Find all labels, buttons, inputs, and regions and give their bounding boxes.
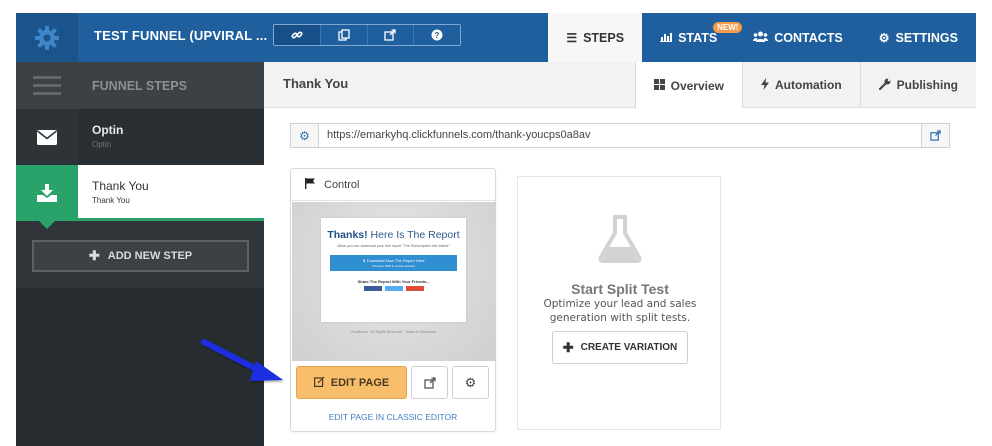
gear-icon: ⚙: [464, 374, 477, 390]
logo[interactable]: [16, 13, 78, 62]
control-variant-card: Control Thanks! Here Is The Report Allow…: [290, 168, 496, 432]
link-button[interactable]: [274, 25, 321, 45]
flask-icon: [598, 215, 642, 268]
bolt-icon: [761, 77, 769, 93]
nav-stats-label: STATS: [678, 30, 718, 45]
clone-button[interactable]: [320, 25, 368, 45]
add-step-label: ADD NEW STEP: [107, 250, 193, 262]
preview-download-button: ⬇ Download Now The Report Here (it'll op…: [330, 255, 457, 271]
top-bar: TEST FUNNEL (UPVIRAL ... ? ☰ STEPS STATS…: [16, 13, 976, 62]
external-link-icon: [423, 376, 436, 389]
split-test-title: Start Split Test: [571, 281, 669, 297]
annotation-arrow-icon: [201, 339, 283, 381]
variant-settings-button[interactable]: ⚙: [452, 366, 489, 399]
nav-settings-label: SETTINGS: [895, 30, 958, 45]
sidebar-header: FUNNEL STEPS: [16, 62, 264, 109]
edit-icon: [313, 376, 325, 390]
preview-page-button[interactable]: [411, 366, 448, 399]
step-sub: Optin: [92, 140, 112, 149]
nav-settings[interactable]: ⚙ SETTINGS: [861, 13, 976, 62]
edit-classic-editor-link[interactable]: EDIT PAGE IN CLASSIC EDITOR: [291, 412, 495, 422]
copy-icon: [337, 29, 350, 41]
split-test-card: Start Split Test Optimize your lead and …: [517, 176, 721, 430]
main-panel: Thank You Overview Automation Publishing: [264, 62, 976, 446]
download-icon: [16, 165, 78, 221]
help-button[interactable]: ?: [414, 25, 460, 45]
page-url[interactable]: https://emarkyhq.clickfunnels.com/thank-…: [319, 124, 921, 147]
page-preview-thumbnail[interactable]: Thanks! Here Is The Report Allow you can…: [292, 202, 496, 361]
nav-steps[interactable]: ☰ STEPS: [548, 13, 643, 62]
edit-page-label: EDIT PAGE: [330, 376, 390, 389]
step-name: Optin: [92, 123, 124, 137]
plus-icon: ✚: [88, 248, 100, 263]
sidebar-title: FUNNEL STEPS: [92, 78, 187, 93]
wrench-icon: [878, 78, 891, 93]
preview-headline: Thanks! Here Is The Report: [327, 229, 460, 241]
tab-automation-label: Automation: [775, 78, 842, 92]
funnel-title[interactable]: TEST FUNNEL (UPVIRAL ...: [94, 13, 267, 62]
funnel-sidebar: FUNNEL STEPS Optin Optin Thank You Thank…: [16, 62, 264, 446]
tab-publishing[interactable]: Publishing: [859, 62, 976, 108]
url-settings-button[interactable]: ⚙: [291, 124, 319, 147]
funnel-actions-group: ?: [273, 24, 461, 46]
tab-overview[interactable]: Overview: [634, 62, 742, 109]
top-nav: ☰ STEPS STATS NEW! CONTACTS ⚙ SETTINGS: [548, 13, 976, 62]
preview-share-text: Share The Report With Your Friends...: [357, 279, 430, 284]
edit-page-button[interactable]: EDIT PAGE: [296, 366, 407, 399]
external-link-icon: [930, 130, 941, 141]
nav-stats[interactable]: STATS NEW!: [642, 13, 743, 62]
active-step-notch: [38, 220, 56, 229]
page-url-bar: ⚙ https://emarkyhq.clickfunnels.com/than…: [290, 123, 950, 148]
hamburger-icon[interactable]: [16, 62, 78, 109]
plus-icon: ✚: [562, 339, 574, 355]
main-header: Thank You Overview Automation Publishing: [264, 62, 976, 109]
tab-overview-label: Overview: [670, 78, 724, 93]
tab-publishing-label: Publishing: [896, 78, 958, 92]
bar-chart-icon: [660, 31, 673, 45]
link-icon: [291, 31, 303, 39]
create-variation-button[interactable]: ✚ CREATE VARIATION: [552, 331, 688, 364]
question-icon: ?: [431, 29, 443, 41]
users-icon: [753, 31, 769, 45]
preview-footer: YourBrand · All Rights Reserved · Terms …: [350, 330, 437, 334]
open-url-button[interactable]: [921, 124, 949, 147]
nav-steps-label: STEPS: [583, 30, 625, 45]
variant-header: Control: [291, 169, 495, 201]
create-variation-label: CREATE VARIATION: [580, 342, 678, 353]
list-icon: ☰: [566, 30, 578, 45]
tab-automation[interactable]: Automation: [742, 62, 860, 108]
step-name: Thank You: [92, 179, 149, 193]
nav-contacts-label: CONTACTS: [774, 30, 843, 45]
svg-text:?: ?: [435, 31, 440, 40]
nav-contacts[interactable]: CONTACTS: [735, 13, 861, 62]
sidebar-step-optin[interactable]: Optin Optin: [16, 109, 264, 165]
grid-icon: [653, 78, 665, 93]
flag-icon: [305, 177, 316, 192]
page-title: Thank You: [283, 76, 349, 91]
preview-subtext: Allow you can download your free report …: [337, 244, 450, 248]
sidebar-step-thank-you[interactable]: Thank You Thank You: [16, 165, 264, 229]
step-sub: Thank You: [92, 196, 130, 205]
envelope-icon: [16, 109, 78, 165]
gear-icon: ⚙: [299, 128, 310, 143]
open-external-button[interactable]: [367, 25, 415, 45]
cog-logo-icon: [35, 25, 59, 50]
variant-actions: EDIT PAGE ⚙: [296, 366, 489, 399]
gear-icon: ⚙: [878, 30, 890, 45]
step-tabs: Overview Automation Publishing: [634, 62, 976, 109]
preview-page: Thanks! Here Is The Report Allow you can…: [321, 218, 466, 322]
external-link-icon: [384, 29, 397, 41]
split-test-description: Optimize your lead and sales generation …: [543, 298, 697, 324]
preview-share-buttons: [321, 286, 466, 291]
variant-label: Control: [324, 178, 360, 191]
add-new-step-button[interactable]: ✚ ADD NEW STEP: [32, 240, 249, 272]
